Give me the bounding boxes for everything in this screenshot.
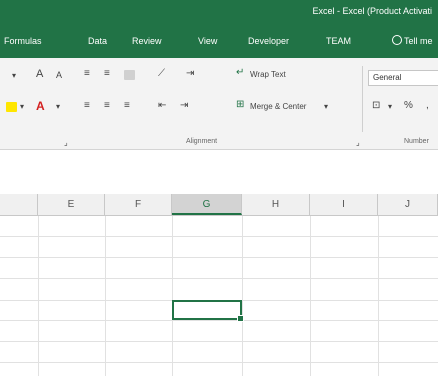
- column-header-g[interactable]: G: [172, 194, 242, 215]
- tab-data[interactable]: Data: [88, 36, 107, 46]
- orientation-icon[interactable]: ⟋: [158, 68, 165, 79]
- align-left-icon[interactable]: ≡: [84, 100, 90, 111]
- wrap-text-icon: ↵: [236, 67, 245, 78]
- decrease-font-icon[interactable]: A: [56, 70, 62, 80]
- comma-style-icon[interactable]: ,: [426, 100, 429, 111]
- column-gridline: [378, 216, 379, 376]
- tab-formulas[interactable]: Formulas: [4, 36, 42, 46]
- row-gridline: [0, 341, 438, 342]
- increase-indent-icon[interactable]: ⇥: [180, 100, 188, 111]
- row-gridline: [0, 278, 438, 279]
- row-gridline: [0, 320, 438, 321]
- number-group-label: Number: [404, 138, 429, 145]
- ribbon: ▾ A A ≡ ≡ ⟋ ⇥ ↵ Wrap Text General ▾ A ▾ …: [0, 58, 438, 150]
- increase-font-icon[interactable]: A: [36, 68, 43, 80]
- tell-me-label[interactable]: Tell me: [404, 36, 433, 46]
- dropdown-arrow-icon[interactable]: ▾: [56, 102, 60, 111]
- number-format-value: General: [373, 73, 402, 82]
- ribbon-tabs: Formulas Data Review View Developer TEAM…: [0, 26, 438, 58]
- column-header-j[interactable]: J: [378, 194, 438, 215]
- column-gridline: [242, 216, 243, 376]
- align-bottom-icon[interactable]: [124, 70, 135, 80]
- alignment-dialog-launcher-icon[interactable]: ⌟: [356, 138, 360, 147]
- window-title: Excel - Excel (Product Activati: [312, 6, 432, 16]
- number-format-select[interactable]: General: [368, 70, 438, 86]
- row-gridline: [0, 236, 438, 237]
- align-middle-icon[interactable]: ≡: [104, 68, 110, 79]
- divider: [362, 66, 363, 132]
- title-bar: Excel - Excel (Product Activati: [0, 0, 438, 26]
- formula-area-blank: [0, 150, 438, 194]
- fill-color-icon[interactable]: [6, 102, 17, 112]
- active-cell[interactable]: [172, 300, 244, 322]
- column-header-i[interactable]: I: [310, 194, 378, 215]
- row-gridline: [0, 257, 438, 258]
- align-top-icon[interactable]: ≡: [84, 68, 90, 79]
- column-headers: E F G H I J: [0, 194, 438, 216]
- percent-style-icon[interactable]: %: [404, 100, 413, 111]
- row-gridline: [0, 362, 438, 363]
- align-right-icon[interactable]: ≡: [124, 100, 130, 111]
- dropdown-arrow-icon[interactable]: ▾: [388, 102, 392, 111]
- fill-handle[interactable]: [237, 315, 244, 322]
- lightbulb-icon[interactable]: [392, 35, 402, 45]
- column-gridline: [105, 216, 106, 376]
- column-header-f[interactable]: F: [105, 194, 172, 215]
- tab-view[interactable]: View: [198, 36, 217, 46]
- cell-grid[interactable]: [0, 216, 438, 376]
- align-center-icon[interactable]: ≡: [104, 100, 110, 111]
- font-color-icon[interactable]: A: [36, 99, 45, 113]
- merge-center-button[interactable]: Merge & Center: [250, 102, 306, 111]
- column-header-h[interactable]: H: [242, 194, 310, 215]
- column-header-e[interactable]: E: [38, 194, 105, 215]
- tab-team[interactable]: TEAM: [326, 36, 351, 46]
- column-gridline: [310, 216, 311, 376]
- merge-center-icon: ⊞: [236, 99, 245, 110]
- column-gridline: [172, 216, 173, 376]
- column-gridline: [38, 216, 39, 376]
- dropdown-arrow-icon[interactable]: ▾: [324, 102, 328, 111]
- dropdown-arrow-icon[interactable]: ▾: [12, 71, 16, 80]
- column-header-partial[interactable]: [0, 194, 38, 215]
- indent-icon[interactable]: ⇥: [186, 68, 194, 79]
- tab-review[interactable]: Review: [132, 36, 162, 46]
- alignment-group-label: Alignment: [186, 138, 218, 145]
- tab-developer[interactable]: Developer: [248, 36, 289, 46]
- font-dialog-launcher-icon[interactable]: ⌟: [64, 138, 68, 147]
- accounting-format-icon[interactable]: ⊡: [372, 100, 380, 111]
- dropdown-arrow-icon[interactable]: ▾: [20, 102, 24, 111]
- wrap-text-button[interactable]: Wrap Text: [250, 70, 286, 79]
- decrease-indent-icon[interactable]: ⇤: [158, 100, 166, 111]
